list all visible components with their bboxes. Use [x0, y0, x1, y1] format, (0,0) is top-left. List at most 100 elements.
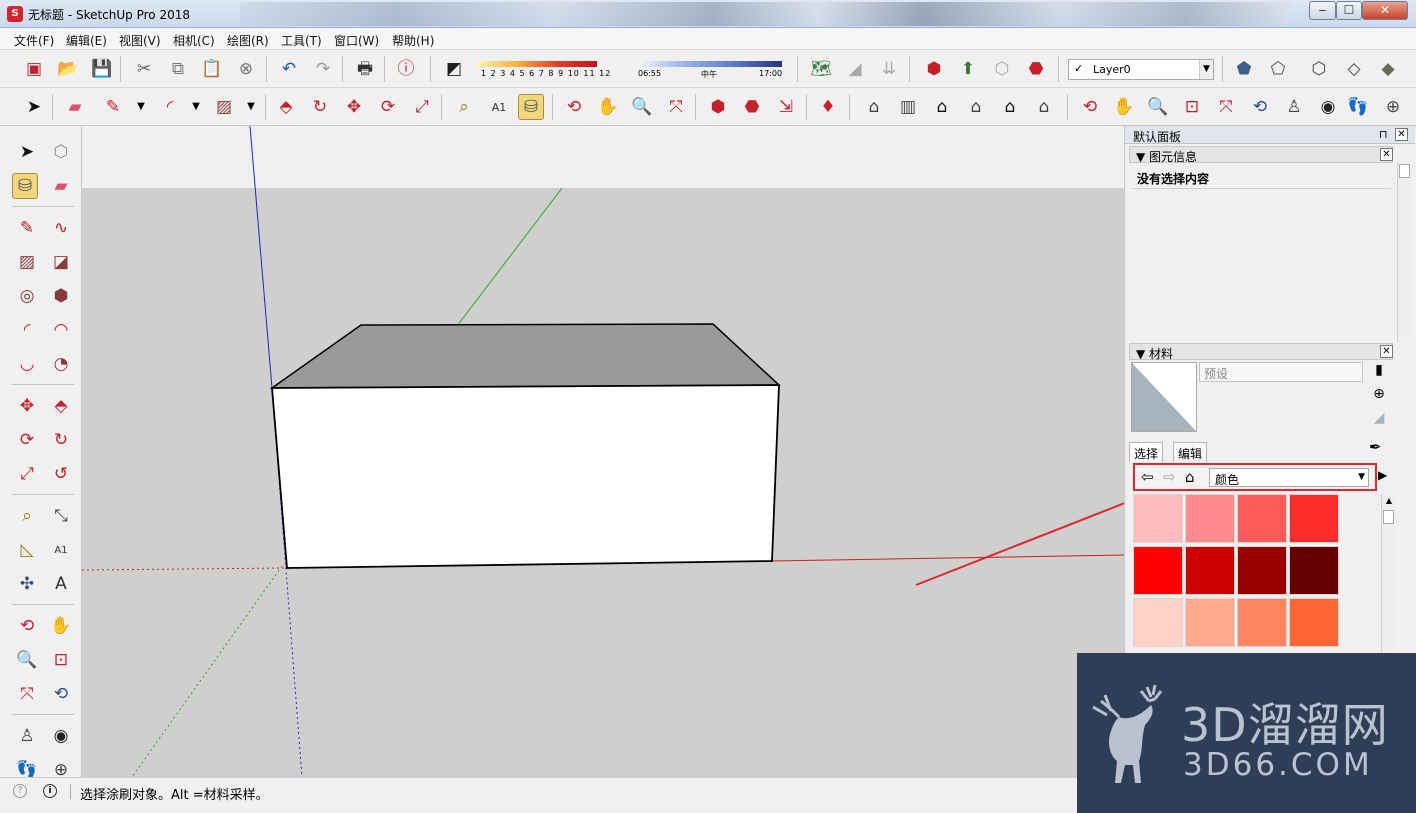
- maximize-button[interactable]: ☐: [1336, 1, 1362, 20]
- redo-icon[interactable]: ↷: [310, 56, 336, 82]
- position-camera-icon[interactable]: ♙: [1281, 94, 1307, 120]
- menu-help[interactable]: 帮助(H): [392, 32, 434, 49]
- layer-dropdown[interactable]: ✓ Layer0 ▼: [1068, 59, 1214, 80]
- push-pull-icon[interactable]: ⬘: [273, 94, 299, 120]
- undo-icon[interactable]: ↶: [276, 56, 302, 82]
- right-view-icon[interactable]: ⌂: [963, 94, 989, 120]
- minimize-button[interactable]: ‒: [1309, 1, 1336, 20]
- pencil-icon[interactable]: ✎: [100, 94, 126, 120]
- shadow-date-slider[interactable]: 1 2 3 4 5 6 7 8 9 10 11 12: [477, 59, 625, 81]
- chevron-down-icon[interactable]: ▼: [183, 94, 209, 120]
- send-to-layout-icon[interactable]: ⇲: [773, 94, 799, 120]
- color-swatch[interactable]: [1185, 546, 1235, 595]
- forward-arrow-icon[interactable]: ⇨: [1163, 468, 1176, 486]
- follow-me-icon[interactable]: ↻: [48, 427, 74, 453]
- circle-icon[interactable]: ◎: [14, 283, 40, 309]
- color-swatch[interactable]: [1289, 598, 1339, 647]
- swatch-scrollbar[interactable]: ▲: [1381, 494, 1395, 654]
- default-material-icon[interactable]: ◢: [1369, 410, 1389, 430]
- push-pull-icon[interactable]: ⬘: [48, 393, 74, 419]
- close-icon[interactable]: ✕: [1395, 128, 1408, 141]
- color-swatch[interactable]: [1289, 494, 1339, 543]
- zoom-extents-icon[interactable]: ⤧: [1213, 94, 1239, 120]
- color-swatch[interactable]: [1133, 494, 1183, 543]
- dimension-icon[interactable]: ⤡: [48, 503, 74, 529]
- rectangle-icon[interactable]: ▨: [14, 249, 40, 275]
- paste-icon[interactable]: 📋: [199, 56, 225, 82]
- new-file-icon[interactable]: ▣: [21, 56, 47, 82]
- previous-view-icon[interactable]: ⟲: [48, 681, 74, 707]
- rotate-icon[interactable]: ⟳: [14, 427, 40, 453]
- look-around-icon[interactable]: ◉: [48, 723, 74, 749]
- select-arrow-icon[interactable]: ➤: [14, 139, 40, 165]
- offset-icon[interactable]: ↺: [48, 461, 74, 487]
- 3d-text-icon[interactable]: A: [48, 571, 74, 597]
- tab-select[interactable]: 选择: [1129, 442, 1164, 462]
- text-label-icon[interactable]: A1: [48, 537, 74, 563]
- drawing-viewport[interactable]: [82, 126, 1124, 777]
- move-icon[interactable]: ✥: [14, 393, 40, 419]
- color-swatch[interactable]: [1237, 546, 1287, 595]
- material-library-dropdown[interactable]: 颜色 ▼: [1209, 468, 1369, 487]
- position-camera-icon[interactable]: ♙: [14, 723, 40, 749]
- select-arrow-icon[interactable]: ➤: [21, 94, 47, 120]
- color-swatch[interactable]: [1289, 546, 1339, 595]
- color-swatch[interactable]: [1237, 494, 1287, 543]
- scale-icon[interactable]: ⤢: [409, 94, 435, 120]
- ruby-console-icon[interactable]: ♦: [815, 94, 841, 120]
- make-component-icon[interactable]: ⬡: [48, 139, 74, 165]
- orbit-icon[interactable]: ⟲: [14, 613, 40, 639]
- line-icon[interactable]: ✎: [14, 215, 40, 241]
- pan-hand-icon[interactable]: ✋: [48, 613, 74, 639]
- shadow-time-slider[interactable]: 06:55 中午 17:00: [637, 59, 785, 81]
- close-button[interactable]: ✕: [1362, 1, 1408, 20]
- home-icon[interactable]: ⌂: [1185, 468, 1195, 486]
- close-icon[interactable]: ✕: [1380, 148, 1393, 161]
- back-view-icon[interactable]: ⌂: [997, 94, 1023, 120]
- pie-icon[interactable]: ◔: [48, 351, 74, 377]
- save-icon[interactable]: 💾: [89, 56, 115, 82]
- menu-edit[interactable]: 编辑(E): [66, 32, 107, 49]
- zoom-extents-icon[interactable]: ⤧: [663, 94, 689, 120]
- pan-hand-icon[interactable]: ✋: [595, 94, 621, 120]
- arc-icon[interactable]: ◜: [14, 317, 40, 343]
- pin-icon[interactable]: ⊓: [1379, 128, 1388, 141]
- color-swatch[interactable]: [1133, 546, 1183, 595]
- two-point-arc-icon[interactable]: ◠: [48, 317, 74, 343]
- scale-icon[interactable]: ⤢: [14, 461, 40, 487]
- menu-camera[interactable]: 相机(C): [173, 32, 215, 49]
- scene-canvas[interactable]: [82, 126, 1124, 777]
- rotated-rectangle-icon[interactable]: ◪: [48, 249, 74, 275]
- close-icon[interactable]: ✕: [1380, 345, 1393, 358]
- iso-view-icon[interactable]: ⌂: [861, 94, 887, 120]
- warehouse-get-icon[interactable]: ⬢: [705, 94, 731, 120]
- paint-bucket-icon[interactable]: ⛁: [518, 94, 544, 120]
- previous-view-icon[interactable]: ⟲: [1247, 94, 1273, 120]
- three-point-arc-icon[interactable]: ◡: [14, 351, 40, 377]
- model-info-icon[interactable]: ⓘ: [393, 56, 419, 82]
- entity-scrollbar[interactable]: [1397, 162, 1411, 342]
- shaded-style-icon[interactable]: ◇: [1341, 56, 1367, 82]
- print-icon[interactable]: 🖶: [352, 56, 378, 82]
- xray-style-icon[interactable]: ⬟: [1231, 56, 1257, 82]
- box-top-face[interactable]: [269, 323, 781, 389]
- tab-edit[interactable]: 编辑: [1173, 442, 1208, 462]
- tape-measure-icon[interactable]: ⌕: [14, 503, 40, 529]
- create-material-icon[interactable]: ⊕: [1369, 386, 1389, 406]
- extension-warehouse-icon[interactable]: ⬣: [1023, 56, 1049, 82]
- polygon-icon[interactable]: ⬢: [48, 283, 74, 309]
- sandbox-icon[interactable]: ◢: [842, 56, 868, 82]
- zoom-icon[interactable]: 🔍: [629, 94, 655, 120]
- text-label-icon[interactable]: A1: [486, 94, 512, 120]
- info-icon[interactable]: i: [43, 784, 57, 798]
- menu-file[interactable]: 文件(F): [14, 32, 54, 49]
- copy-icon[interactable]: ⧉: [165, 56, 191, 82]
- wireframe-style-icon[interactable]: ⬠: [1265, 56, 1291, 82]
- scroll-thumb[interactable]: [1383, 510, 1394, 524]
- menu-window[interactable]: 窗口(W): [334, 32, 379, 49]
- material-name-field[interactable]: 预设: [1199, 362, 1363, 382]
- menu-view[interactable]: 视图(V): [119, 32, 161, 49]
- display-secondary-icon[interactable]: ▮: [1369, 362, 1389, 382]
- axes-icon[interactable]: ✣: [14, 571, 40, 597]
- pan-hand-icon[interactable]: ✋: [1111, 94, 1137, 120]
